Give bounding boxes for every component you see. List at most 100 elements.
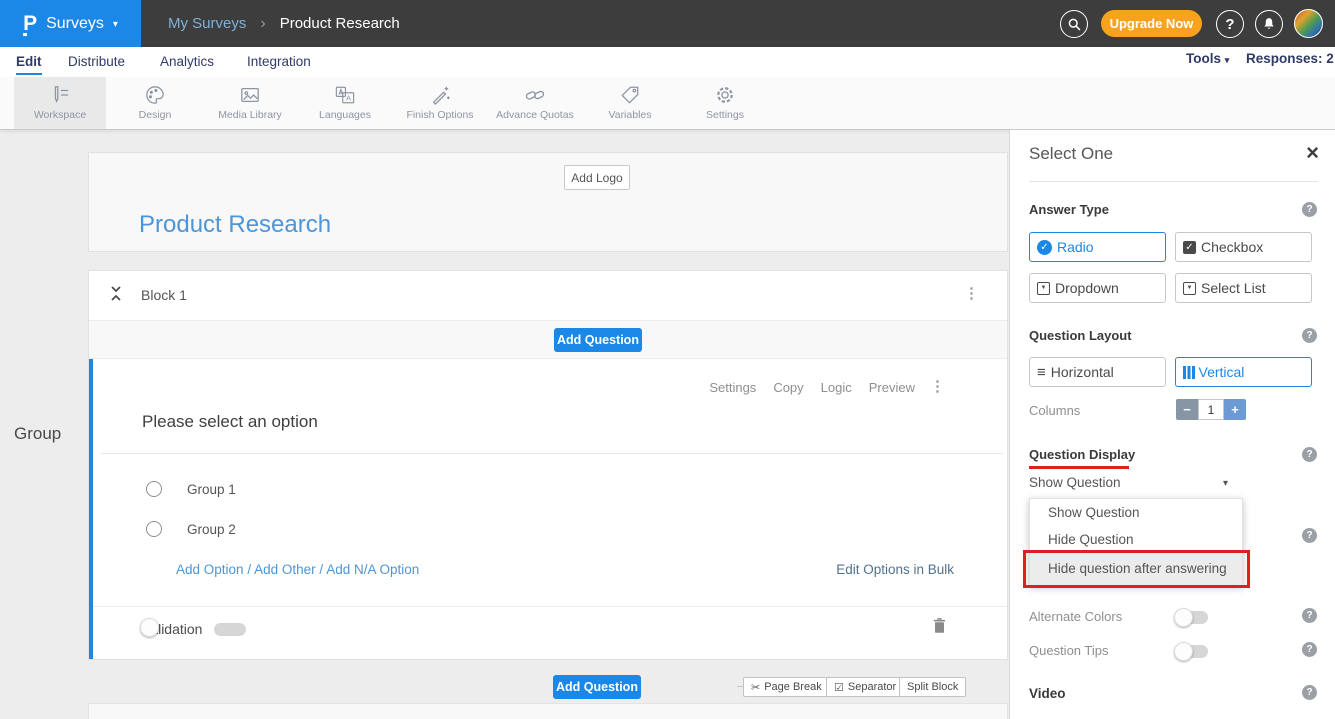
divider bbox=[1029, 181, 1318, 182]
menu-item-hide-question[interactable]: Hide Question bbox=[1030, 526, 1242, 553]
magic-wand-icon bbox=[429, 85, 451, 105]
dropdown-square-icon: ▼ bbox=[1183, 282, 1196, 295]
help-icon[interactable]: ? bbox=[1302, 328, 1317, 343]
tab-integration[interactable]: Integration bbox=[247, 51, 311, 75]
menu-item-hide-after-answering[interactable]: Hide question after answering bbox=[1030, 553, 1242, 585]
trash-icon bbox=[932, 617, 947, 635]
chevron-down-icon: ▾ bbox=[113, 19, 118, 30]
add-option-link[interactable]: Add Option bbox=[176, 562, 244, 577]
columns-decrement-button[interactable]: − bbox=[1176, 399, 1198, 420]
answer-type-label: Answer Type bbox=[1029, 202, 1109, 217]
annotation-underline bbox=[1029, 466, 1129, 469]
split-block-button[interactable]: Split Block bbox=[899, 677, 966, 697]
question-logic-link[interactable]: Logic bbox=[821, 380, 852, 395]
responses-count[interactable]: Responses: 2 bbox=[1246, 51, 1334, 66]
toolbar-item-design[interactable]: Design bbox=[109, 77, 201, 129]
delete-question-button[interactable] bbox=[932, 617, 947, 635]
block-title[interactable]: Block 1 bbox=[141, 287, 187, 303]
notifications-button[interactable] bbox=[1255, 10, 1283, 38]
toolbar-item-advance-quotas[interactable]: Advance Quotas bbox=[489, 77, 581, 129]
tab-edit[interactable]: Edit bbox=[16, 51, 42, 75]
toolbar-item-variables[interactable]: Variables bbox=[584, 77, 676, 129]
chevron-down-icon: ▾ bbox=[1225, 55, 1230, 65]
help-icon[interactable]: ? bbox=[1302, 685, 1317, 700]
survey-title[interactable]: Product Research bbox=[139, 211, 331, 239]
tab-distribute[interactable]: Distribute bbox=[68, 51, 125, 75]
columns-stepper: − 1 + bbox=[1176, 399, 1246, 420]
radio-button[interactable] bbox=[146, 481, 162, 497]
tab-analytics[interactable]: Analytics bbox=[160, 51, 214, 75]
question-text-underline bbox=[101, 453, 1003, 454]
question-text[interactable]: Please select an option bbox=[142, 412, 318, 432]
columns-value[interactable]: 1 bbox=[1198, 399, 1224, 420]
top-bar: P Surveys ▾ My Surveys › Product Researc… bbox=[0, 0, 1335, 47]
option-label[interactable]: Group 2 bbox=[187, 522, 236, 537]
toolbar-item-workspace[interactable]: Workspace bbox=[14, 77, 106, 129]
next-block-edge bbox=[88, 703, 1008, 719]
answer-type-dropdown-button[interactable]: ▼ Dropdown bbox=[1029, 273, 1166, 303]
question-tips-toggle[interactable] bbox=[1176, 645, 1208, 658]
question-tips-label: Question Tips bbox=[1029, 643, 1109, 658]
svg-text:A: A bbox=[346, 93, 351, 102]
workspace-icon bbox=[49, 85, 71, 105]
translate-icon: A bbox=[334, 85, 356, 105]
validation-toggle[interactable] bbox=[214, 623, 246, 636]
gear-icon bbox=[714, 85, 736, 105]
add-question-button-bottom[interactable]: Add Question bbox=[553, 675, 641, 699]
question-settings-panel: Select One × Answer Type ? ✓ Radio ✓ Che… bbox=[1009, 130, 1335, 719]
question-settings-link[interactable]: Settings bbox=[709, 380, 756, 395]
question-menu-button[interactable]: ⋮ bbox=[930, 379, 945, 394]
alternate-colors-toggle[interactable] bbox=[1176, 611, 1208, 624]
layout-horizontal-button[interactable]: ≡ Horizontal bbox=[1029, 357, 1166, 387]
product-switcher[interactable]: P Surveys ▾ bbox=[0, 0, 141, 47]
upgrade-now-button[interactable]: Upgrade Now bbox=[1101, 10, 1202, 37]
option-label[interactable]: Group 1 bbox=[187, 482, 236, 497]
panel-title: Select One bbox=[1029, 144, 1113, 164]
help-button[interactable]: ? bbox=[1216, 10, 1244, 38]
toolbar-item-languages[interactable]: A Languages bbox=[299, 77, 391, 129]
toggle-knob bbox=[1174, 642, 1193, 661]
add-na-option-link[interactable]: Add N/A Option bbox=[326, 562, 419, 577]
close-panel-button[interactable]: × bbox=[1306, 140, 1319, 166]
help-icon[interactable]: ? bbox=[1302, 202, 1317, 217]
video-label: Video bbox=[1029, 686, 1066, 701]
tools-menu[interactable]: Tools ▾ bbox=[1186, 51, 1229, 66]
edit-options-in-bulk-link[interactable]: Edit Options in Bulk bbox=[836, 562, 954, 577]
answer-type-checkbox-button[interactable]: ✓ Checkbox bbox=[1175, 232, 1312, 262]
question-copy-link[interactable]: Copy bbox=[773, 380, 803, 395]
separator-button[interactable]: ☑ Separator bbox=[826, 677, 904, 697]
help-icon[interactable]: ? bbox=[1302, 642, 1317, 657]
help-icon[interactable]: ? bbox=[1302, 608, 1317, 623]
toolbar-item-finish-options[interactable]: Finish Options bbox=[394, 77, 486, 129]
question-preview-link[interactable]: Preview bbox=[869, 380, 915, 395]
columns-increment-button[interactable]: + bbox=[1224, 399, 1246, 420]
add-logo-button[interactable]: Add Logo bbox=[564, 165, 630, 190]
tag-icon bbox=[619, 85, 641, 105]
columns-label: Columns bbox=[1029, 403, 1080, 418]
layout-vertical-button[interactable]: Vertical bbox=[1175, 357, 1312, 387]
menu-item-show-question[interactable]: Show Question bbox=[1030, 499, 1242, 526]
radio-button[interactable] bbox=[146, 521, 162, 537]
question-display-select[interactable]: Show Question bbox=[1029, 475, 1239, 495]
toolbar-item-settings[interactable]: Settings bbox=[679, 77, 771, 129]
page-break-button[interactable]: ✂ Page Break bbox=[743, 677, 830, 697]
help-icon[interactable]: ? bbox=[1302, 447, 1317, 462]
question-card: Settings Copy Logic Preview ⋮ Please sel… bbox=[89, 359, 1007, 659]
collapse-block-button[interactable] bbox=[109, 285, 123, 302]
block-menu-button[interactable]: ⋮ bbox=[964, 286, 979, 301]
image-icon bbox=[239, 85, 261, 105]
breadcrumb: My Surveys › Product Research bbox=[168, 0, 400, 47]
help-icon[interactable]: ? bbox=[1302, 528, 1317, 543]
breadcrumb-my-surveys[interactable]: My Surveys bbox=[168, 15, 246, 32]
add-question-button[interactable]: Add Question bbox=[554, 328, 642, 352]
add-other-link[interactable]: Add Other bbox=[254, 562, 316, 577]
option-links: Add Option / Add Other / Add N/A Option bbox=[176, 562, 419, 577]
question-display-label: Question Display bbox=[1029, 447, 1135, 462]
vertical-lines-icon bbox=[1183, 366, 1186, 379]
toolbar-item-media-library[interactable]: Media Library bbox=[204, 77, 296, 129]
search-button[interactable] bbox=[1060, 10, 1088, 38]
user-avatar[interactable] bbox=[1294, 9, 1323, 38]
question-menu: Settings Copy Logic Preview bbox=[709, 380, 915, 395]
answer-type-radio-button[interactable]: ✓ Radio bbox=[1029, 232, 1166, 262]
answer-type-select-list-button[interactable]: ▼ Select List bbox=[1175, 273, 1312, 303]
